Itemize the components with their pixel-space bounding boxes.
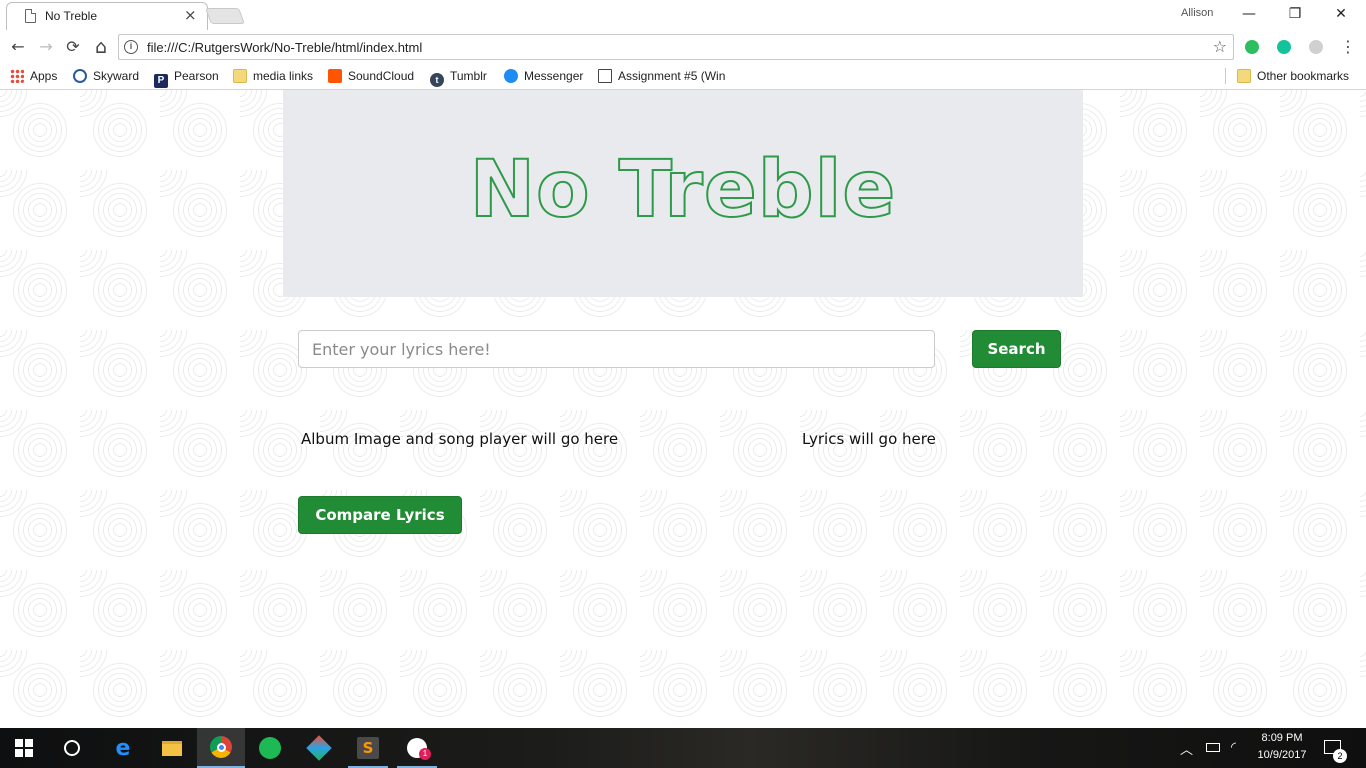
spotify-button[interactable] (246, 728, 294, 768)
messenger-icon (504, 69, 518, 83)
search-button[interactable]: Search (972, 330, 1061, 368)
bookmark-assignment[interactable]: Assignment #5 (Win (598, 68, 725, 84)
grammarly-icon[interactable] (1277, 40, 1291, 54)
soundcloud-icon (328, 69, 342, 83)
chrome-menu-icon[interactable]: ⋮ (1337, 36, 1359, 58)
tab-title: No Treble (45, 9, 98, 23)
bookmarks-separator (1225, 68, 1226, 84)
clock-time[interactable]: 8:09 PM (1252, 732, 1312, 744)
header-banner: No Treble (283, 90, 1083, 297)
gitkraken-icon (306, 735, 332, 761)
bookmark-label: Apps (30, 69, 58, 83)
folder-icon (233, 69, 247, 83)
address-bar[interactable]: i file:///C:/RutgersWork/No-Treble/html/… (118, 34, 1234, 60)
extension-puzzle-icon[interactable] (1309, 40, 1323, 54)
folder-icon (1237, 69, 1251, 83)
sublime-text-icon: S (357, 737, 379, 759)
evernote-icon[interactable] (1245, 40, 1259, 54)
bookmark-other[interactable]: Other bookmarks (1237, 68, 1349, 84)
forward-button[interactable]: → (35, 36, 57, 58)
skyward-icon (73, 69, 87, 83)
bookmarks-bar: Apps Skyward P Pearson media links SoundC… (0, 63, 1366, 90)
lyrics-placeholder: Lyrics will go here (802, 430, 936, 448)
chrome-button[interactable] (197, 728, 245, 768)
start-icon (15, 739, 33, 757)
file-explorer-icon (162, 740, 182, 756)
bookmark-label: SoundCloud (348, 69, 415, 83)
bookmark-label: Skyward (93, 69, 140, 83)
spotify-icon (259, 737, 281, 759)
windows-taskbar: e S 1 ︿ ◜ 8:09 PM 10/9/2017 2 (0, 728, 1366, 768)
restore-button[interactable]: ❐ (1280, 4, 1310, 24)
bookmark-label: Other bookmarks (1257, 69, 1350, 83)
bookmark-star-icon[interactable]: ☆ (1213, 37, 1227, 56)
info-icon[interactable]: i (124, 40, 138, 54)
close-window-button[interactable]: ✕ (1326, 4, 1356, 24)
bookmark-label: media links (253, 69, 314, 83)
edge-icon: e (115, 735, 131, 761)
back-button[interactable]: ← (7, 36, 29, 58)
compare-lyrics-button[interactable]: Compare Lyrics (298, 496, 462, 534)
bookmark-label: Assignment #5 (Win (618, 69, 726, 83)
bookmark-media-links[interactable]: media links (233, 68, 313, 84)
bookmark-label: Messenger (524, 69, 584, 83)
reload-button[interactable]: ⟳ (62, 36, 84, 58)
sublime-text-button[interactable]: S (344, 728, 392, 768)
new-tab-button[interactable] (205, 8, 245, 24)
browser-titlebar: No Treble × Allison — ❐ ✕ (0, 0, 1366, 30)
page-icon (25, 9, 36, 23)
battery-icon[interactable] (1206, 743, 1220, 752)
site-logo: No Treble (469, 145, 897, 235)
cortana-button[interactable] (48, 728, 96, 768)
book-icon (598, 69, 612, 83)
bookmark-pearson[interactable]: P Pearson (154, 68, 219, 88)
cortana-icon (64, 740, 80, 756)
slack-button[interactable]: 1 (393, 728, 441, 768)
bookmark-soundcloud[interactable]: SoundCloud (328, 68, 414, 84)
file-explorer-button[interactable] (148, 728, 196, 768)
tumblr-icon: t (430, 73, 444, 87)
edge-button[interactable]: e (99, 728, 147, 768)
bookmark-label: Tumblr (450, 69, 487, 83)
page-content: No Treble Search Album Image and song pl… (0, 90, 1366, 728)
browser-toolbar: ← → ⟳ ⌂ i file:///C:/RutgersWork/No-Treb… (0, 30, 1366, 63)
pearson-icon: P (154, 74, 168, 88)
tab-close-icon[interactable]: × (184, 7, 197, 23)
bookmark-skyward[interactable]: Skyward (73, 68, 139, 84)
chrome-icon (210, 736, 232, 758)
show-hidden-icons-icon[interactable]: ︿ (1180, 739, 1193, 758)
start-button[interactable] (0, 728, 48, 768)
clock-date[interactable]: 10/9/2017 (1252, 749, 1312, 761)
bookmark-tumblr[interactable]: t Tumblr (430, 68, 487, 87)
bookmark-apps[interactable]: Apps (10, 68, 57, 84)
gitkraken-button[interactable] (295, 728, 343, 768)
bookmark-label: Pearson (174, 69, 219, 83)
minimize-button[interactable]: — (1234, 4, 1264, 24)
album-placeholder: Album Image and song player will go here (301, 430, 619, 448)
apps-grid-icon (10, 69, 24, 83)
profile-name[interactable]: Allison (1181, 7, 1213, 19)
wifi-icon[interactable]: ◜ (1231, 739, 1236, 755)
lyrics-search-input[interactable] (298, 330, 935, 368)
home-button[interactable]: ⌂ (90, 36, 112, 58)
browser-tab[interactable]: No Treble × (6, 2, 208, 30)
notification-count: 2 (1333, 749, 1347, 763)
bookmark-messenger[interactable]: Messenger (504, 68, 583, 84)
url-text[interactable]: file:///C:/RutgersWork/No-Treble/html/in… (147, 40, 422, 55)
notification-badge: 1 (419, 748, 431, 760)
